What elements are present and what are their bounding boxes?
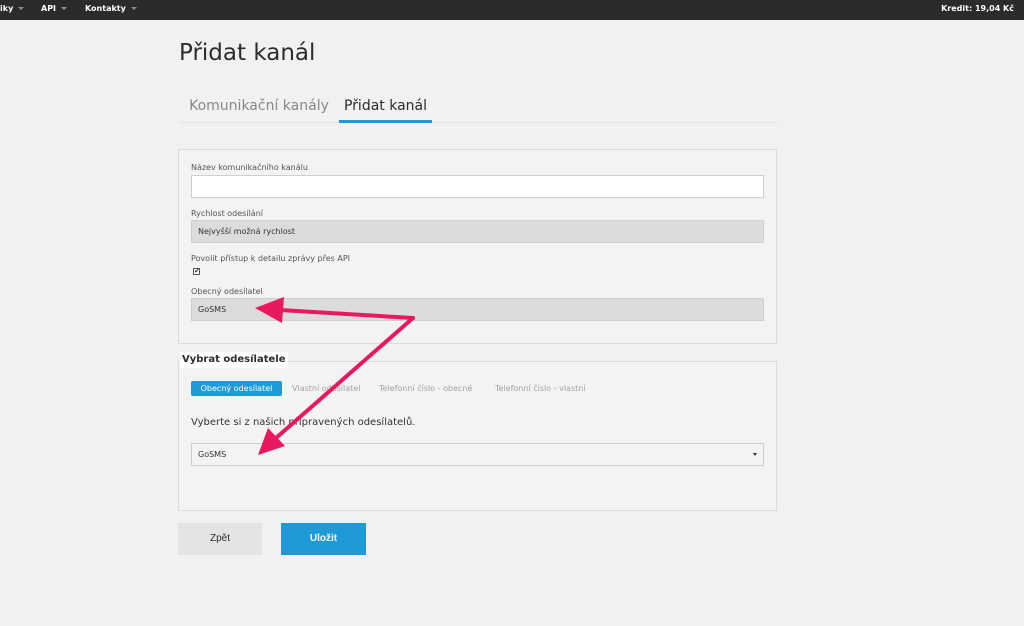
sender-selection-panel: Obecný odesílatel Vlastní odesílatel Tel…: [178, 361, 777, 511]
page-title: Přidat kanál: [179, 40, 316, 66]
channel-settings-panel: Název komunikačního kanálu Rychlost odes…: [178, 149, 777, 344]
channel-name-label: Název komunikačního kanálu: [191, 163, 308, 172]
nav-item-api[interactable]: API: [41, 0, 68, 20]
nav-item-label: API: [41, 4, 57, 13]
sending-speed-field: Nejvyšší možná rychlost: [191, 220, 764, 243]
credit-balance: Kredit: 19,04 Kč: [941, 4, 1014, 13]
sender-select[interactable]: GoSMS: [191, 443, 764, 466]
nav-item-statistiky[interactable]: iky: [0, 0, 25, 20]
chevron-down-icon: [61, 7, 68, 10]
nav-item-label: Kontakty: [85, 4, 126, 13]
checkmark-icon: ✔: [194, 267, 200, 275]
sending-speed-label: Rychlost odesílání: [191, 209, 263, 218]
nav-item-label: iky: [0, 4, 14, 13]
sender-option-phone-custom[interactable]: Telefonní číslo - vlastní: [495, 381, 586, 396]
generic-sender-field: GoSMS: [191, 298, 764, 321]
api-access-label: Povolit přístup k detailu zprávy přes AP…: [191, 254, 351, 263]
tab-communication-channels[interactable]: Komunikační kanály: [179, 93, 339, 123]
sender-option-phone-generic[interactable]: Telefonní číslo - obecné: [379, 381, 472, 396]
api-access-checkbox[interactable]: ✔: [193, 268, 200, 275]
sender-option-custom[interactable]: Vlastní odesílatel: [292, 381, 360, 396]
nav-item-kontakty[interactable]: Kontakty: [85, 0, 137, 20]
top-navigation-bar: iky API Kontakty Kredit: 19,04 Kč: [0, 0, 1024, 20]
save-button[interactable]: Uložit: [281, 523, 366, 555]
sender-option-generic[interactable]: Obecný odesílatel: [191, 381, 282, 396]
channel-name-input[interactable]: [191, 175, 764, 198]
sender-section-legend: Vybrat odesílatele: [180, 352, 288, 368]
sender-select-value: GoSMS: [198, 450, 227, 459]
back-button[interactable]: Zpět: [178, 523, 262, 555]
tab-bar: Komunikační kanály Přidat kanál: [179, 93, 777, 123]
chevron-down-icon: [18, 7, 25, 10]
chevron-down-icon: [753, 453, 757, 456]
chevron-down-icon: [130, 7, 137, 10]
generic-sender-label: Obecný odesílatel: [191, 287, 263, 296]
tab-add-channel[interactable]: Přidat kanál: [339, 93, 432, 123]
sender-intro-text: Vyberte si z našich připravených odesíla…: [191, 417, 416, 428]
